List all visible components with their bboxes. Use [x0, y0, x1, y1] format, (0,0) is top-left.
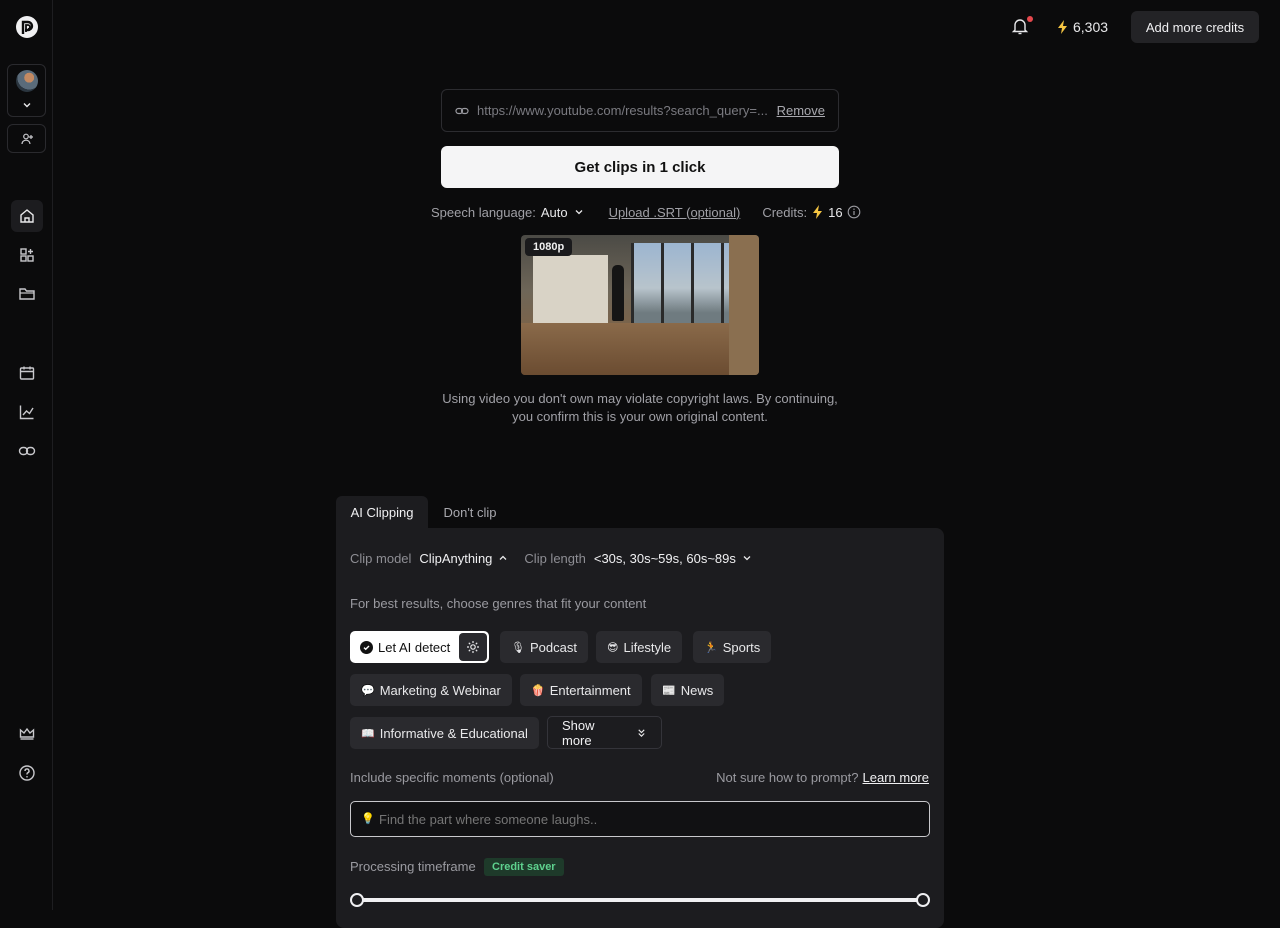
genre-chip-lifestyle[interactable]: 😎 Lifestyle — [596, 631, 683, 663]
learn-more-link[interactable]: Learn more — [863, 770, 929, 785]
timeframe-start-handle[interactable] — [350, 893, 364, 907]
get-clips-button[interactable]: Get clips in 1 click — [441, 146, 839, 188]
genre-label: Informative & Educational — [379, 725, 528, 741]
link-icon — [18, 446, 36, 456]
prompt-help: Not sure how to prompt? Learn more — [716, 770, 929, 785]
moments-label: Include specific moments (optional) — [350, 770, 554, 785]
let-ai-detect-label: Let AI detect — [378, 639, 451, 655]
popcorn-icon: 🍿 — [531, 684, 545, 697]
genre-label: Entertainment — [549, 682, 631, 698]
upload-srt-link[interactable]: Upload .SRT (optional) — [609, 205, 741, 220]
credits-balance-value: 6,303 — [1073, 19, 1109, 35]
clip-model-label: Clip model — [350, 550, 412, 566]
avatar — [16, 70, 38, 92]
genre-chip-podcast[interactable]: 🎙 Podcast — [500, 631, 588, 663]
clip-length-label: Clip length — [524, 550, 586, 566]
clip-model-select[interactable]: ClipAnything — [419, 551, 492, 566]
genre-label: Lifestyle — [623, 639, 672, 655]
link-icon — [455, 107, 469, 114]
chevron-down-icon[interactable] — [572, 205, 586, 219]
video-thumbnail — [521, 235, 759, 375]
show-more-genres-button[interactable]: Show more — [547, 716, 662, 749]
info-icon[interactable] — [847, 205, 861, 219]
clip-options-row: Clip model ClipAnything Clip length <30s… — [350, 549, 754, 567]
credits-cost-value: 16 — [828, 204, 843, 220]
check-icon — [360, 640, 373, 654]
clip-length-select[interactable]: <30s, 30s~59s, 60s~89s — [594, 551, 736, 566]
prompt-help-text: Not sure how to prompt? — [716, 770, 859, 785]
genre-chip-sports[interactable]: 🏃 Sports — [693, 631, 772, 663]
nav-links[interactable] — [11, 435, 43, 467]
speech-language-select[interactable]: Auto — [541, 205, 568, 220]
processing-timeframe-label: Processing timeframe — [350, 859, 476, 874]
book-icon: 📖 — [361, 727, 375, 740]
remove-url-link[interactable]: Remove — [777, 103, 825, 118]
moments-prompt-input[interactable] — [350, 801, 930, 837]
calendar-icon — [19, 366, 35, 380]
timeframe-slider-track[interactable] — [357, 898, 923, 902]
chevron-up-icon[interactable] — [496, 551, 510, 565]
notification-dot — [1027, 16, 1033, 22]
help-circle-icon — [19, 765, 35, 781]
grid-plus-icon — [20, 248, 34, 262]
genre-chip-news[interactable]: 📰 News — [651, 674, 725, 706]
timeframe-end-handle[interactable] — [916, 893, 930, 907]
tab-ai-clipping[interactable]: AI Clipping — [336, 496, 428, 529]
speech-bubble-icon: 💬 — [361, 684, 375, 697]
nav-home[interactable] — [11, 200, 43, 232]
newspaper-icon: 📰 — [662, 684, 676, 697]
genre-label: Podcast — [529, 639, 577, 655]
copyright-disclaimer: Using video you don't own may violate co… — [442, 391, 838, 424]
video-url-value: https://www.youtube.com/results?search_q… — [476, 103, 768, 118]
nav-projects[interactable] — [11, 278, 43, 310]
credit-saver-badge: Credit saver — [484, 858, 564, 876]
folder-icon — [19, 288, 35, 300]
credits-cost-label: Credits: — [762, 204, 808, 220]
genre-hint: For best results, choose genres that fit… — [350, 596, 647, 611]
invite-member-button[interactable] — [7, 124, 46, 153]
sunglasses-icon: 😎 — [607, 641, 619, 654]
user-plus-icon — [20, 133, 33, 144]
ai-detect-settings-button[interactable] — [459, 633, 487, 661]
microphone-icon: 🎙 — [511, 641, 525, 654]
nav-analytics[interactable] — [11, 396, 43, 428]
sidebar — [0, 0, 53, 910]
video-url-field[interactable]: https://www.youtube.com/results?search_q… — [441, 89, 839, 132]
nav-plans[interactable] — [11, 717, 43, 749]
lightbulb-icon: 💡 — [361, 813, 375, 825]
speech-language-label: Speech language: — [431, 204, 536, 220]
show-more-label: Show more — [562, 717, 595, 748]
genre-label: News — [680, 682, 714, 698]
genre-chip-marketing-webinar[interactable]: 💬 Marketing & Webinar — [350, 674, 512, 706]
genre-chip-entertainment[interactable]: 🍿 Entertainment — [520, 674, 642, 706]
let-ai-detect-chip[interactable]: Let AI detect — [350, 631, 489, 663]
chart-line-icon — [19, 405, 34, 420]
nav-apps[interactable] — [11, 239, 43, 271]
nav-calendar[interactable] — [11, 357, 43, 389]
bolt-icon — [813, 205, 823, 219]
gear-icon — [467, 641, 479, 653]
chevron-down-icon — [23, 103, 31, 108]
tab-dont-clip[interactable]: Don't clip — [432, 496, 508, 529]
double-chevron-down-icon — [638, 728, 645, 737]
app-logo-icon[interactable] — [15, 15, 39, 39]
bolt-icon — [1058, 20, 1067, 34]
nav-help[interactable] — [11, 757, 43, 789]
genre-chip-informative-educational[interactable]: 📖 Informative & Educational — [350, 717, 539, 749]
credits-balance[interactable]: 6,303 — [1057, 17, 1108, 37]
genre-label: Marketing & Webinar — [379, 682, 501, 698]
workspace-switcher[interactable] — [7, 64, 46, 117]
add-credits-button[interactable]: Add more credits — [1131, 11, 1259, 43]
runner-icon: 🏃 — [704, 641, 718, 654]
crown-icon — [19, 727, 35, 740]
home-icon — [20, 209, 34, 223]
chevron-down-icon[interactable] — [740, 551, 754, 565]
processing-settings-row: Speech language: Auto Upload .SRT (optio… — [431, 202, 861, 222]
resolution-badge: 1080p — [525, 238, 573, 256]
genre-label: Sports — [722, 639, 761, 655]
